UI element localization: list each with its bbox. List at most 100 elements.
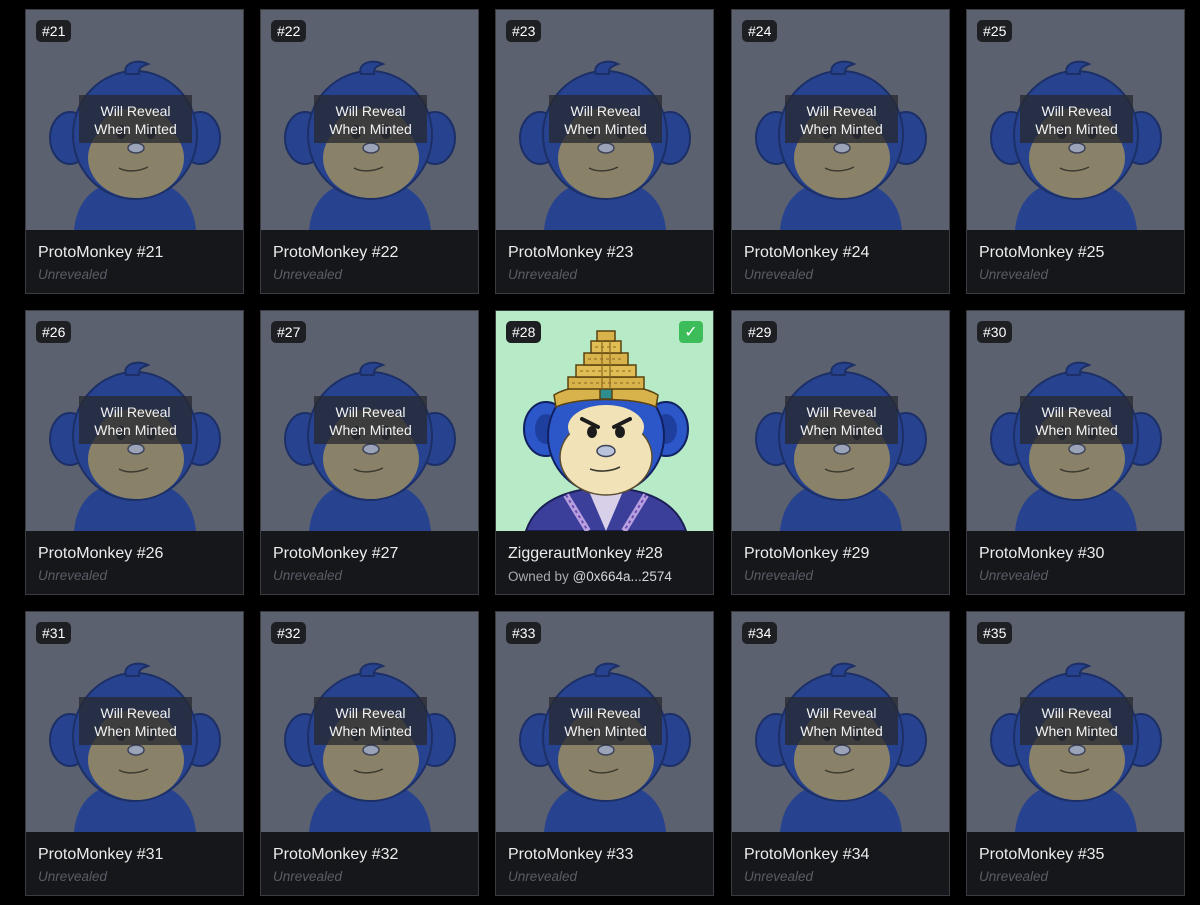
token-number-badge: #32: [271, 622, 307, 644]
overlay-line-1: Will Reveal: [1041, 404, 1112, 420]
token-number-badge: #22: [271, 20, 307, 42]
card-title: ZiggerautMonkey #28: [508, 545, 663, 562]
overlay-line-2: When Minted: [564, 121, 647, 137]
nft-card-35[interactable]: #35 ProtoMonkey #35 Unrevealed Will Reve…: [966, 611, 1185, 896]
token-number-badge: #27: [271, 321, 307, 343]
nft-card-22[interactable]: #22 ProtoMonkey #22 Unrevealed Will Reve…: [260, 9, 479, 294]
owned-by-label: Owned by: [508, 569, 569, 584]
nft-card-30[interactable]: #30 ProtoMonkey #30 Unrevealed Will Reve…: [966, 310, 1185, 595]
card-info: ProtoMonkey #25 Unrevealed: [967, 230, 1184, 293]
overlay-line-2: When Minted: [329, 121, 412, 137]
overlay-line-2: When Minted: [800, 121, 883, 137]
status-label: Unrevealed: [979, 568, 1049, 583]
status-label: Unrevealed: [273, 869, 343, 884]
nft-card-29[interactable]: #29 ProtoMonkey #29 Unrevealed Will Reve…: [731, 310, 950, 595]
token-number-badge: #25: [977, 20, 1013, 42]
owner-line: Owned by @0x664a...2574: [508, 569, 672, 584]
status-label: Unrevealed: [38, 869, 108, 884]
nft-card-27[interactable]: #27 ProtoMonkey #27 Unrevealed Will Reve…: [260, 310, 479, 595]
status-label: Unrevealed: [38, 267, 108, 282]
card-info: ProtoMonkey #34 Unrevealed: [732, 832, 949, 895]
overlay-line-1: Will Reveal: [335, 103, 406, 119]
card-info: ProtoMonkey #24 Unrevealed: [732, 230, 949, 293]
will-reveal-overlay: Will Reveal When Minted: [314, 697, 427, 745]
nft-card-31[interactable]: #31 ProtoMonkey #31 Unrevealed Will Reve…: [25, 611, 244, 896]
owned-check-icon: ✓: [679, 321, 703, 343]
status-label: Unrevealed: [744, 568, 814, 583]
nft-card-23[interactable]: #23 ProtoMonkey #23 Unrevealed Will Reve…: [495, 9, 714, 294]
card-title: ProtoMonkey #31: [38, 846, 164, 863]
overlay-line-2: When Minted: [329, 422, 412, 438]
card-info: ProtoMonkey #29 Unrevealed: [732, 531, 949, 594]
status-label: Unrevealed: [744, 869, 814, 884]
status-label: Unrevealed: [508, 267, 578, 282]
nft-grid: #21 ProtoMonkey #21 Unrevealed Will Reve…: [0, 0, 1200, 905]
nft-card-33[interactable]: #33 ProtoMonkey #33 Unrevealed Will Reve…: [495, 611, 714, 896]
nft-card-24[interactable]: #24 ProtoMonkey #24 Unrevealed Will Reve…: [731, 9, 950, 294]
will-reveal-overlay: Will Reveal When Minted: [549, 95, 662, 143]
card-info: ProtoMonkey #27 Unrevealed: [261, 531, 478, 594]
will-reveal-overlay: Will Reveal When Minted: [785, 95, 898, 143]
token-number-badge: #33: [506, 622, 542, 644]
overlay-line-1: Will Reveal: [570, 103, 641, 119]
status-label: Unrevealed: [508, 869, 578, 884]
overlay-line-2: When Minted: [800, 723, 883, 739]
status-label: Unrevealed: [273, 568, 343, 583]
token-number-badge: #28: [506, 321, 542, 343]
card-title: ProtoMonkey #30: [979, 545, 1105, 562]
overlay-line-1: Will Reveal: [335, 705, 406, 721]
card-title: ProtoMonkey #23: [508, 244, 634, 261]
will-reveal-overlay: Will Reveal When Minted: [79, 95, 192, 143]
token-number-badge: #30: [977, 321, 1013, 343]
overlay-line-1: Will Reveal: [806, 103, 877, 119]
will-reveal-overlay: Will Reveal When Minted: [314, 396, 427, 444]
overlay-line-2: When Minted: [800, 422, 883, 438]
card-title: ProtoMonkey #29: [744, 545, 870, 562]
overlay-line-2: When Minted: [1035, 723, 1118, 739]
nft-card-34[interactable]: #34 ProtoMonkey #34 Unrevealed Will Reve…: [731, 611, 950, 896]
card-title: ProtoMonkey #26: [38, 545, 164, 562]
card-info: ProtoMonkey #23 Unrevealed: [496, 230, 713, 293]
card-info: ProtoMonkey #21 Unrevealed: [26, 230, 243, 293]
nft-card-28[interactable]: #28 ZiggerautMonkey #28 Owned by @0x664a…: [495, 310, 714, 595]
nft-card-32[interactable]: #32 ProtoMonkey #32 Unrevealed Will Reve…: [260, 611, 479, 896]
status-label: Unrevealed: [744, 267, 814, 282]
overlay-line-1: Will Reveal: [100, 103, 171, 119]
card-info: ProtoMonkey #22 Unrevealed: [261, 230, 478, 293]
card-title: ProtoMonkey #22: [273, 244, 399, 261]
nft-card-21[interactable]: #21 ProtoMonkey #21 Unrevealed Will Reve…: [25, 9, 244, 294]
status-label: Unrevealed: [273, 267, 343, 282]
nft-card-26[interactable]: #26 ProtoMonkey #26 Unrevealed Will Reve…: [25, 310, 244, 595]
overlay-line-2: When Minted: [94, 422, 177, 438]
card-info: ProtoMonkey #32 Unrevealed: [261, 832, 478, 895]
token-number-badge: #29: [742, 321, 778, 343]
ziggurat-monkey-artwork: [496, 311, 713, 531]
owner-address-link[interactable]: @0x664a...2574: [573, 569, 672, 584]
overlay-line-1: Will Reveal: [335, 404, 406, 420]
overlay-line-2: When Minted: [329, 723, 412, 739]
card-title: ProtoMonkey #34: [744, 846, 870, 863]
status-label: Unrevealed: [38, 568, 108, 583]
overlay-line-2: When Minted: [94, 121, 177, 137]
token-number-badge: #31: [36, 622, 72, 644]
overlay-line-1: Will Reveal: [806, 404, 877, 420]
overlay-line-2: When Minted: [94, 723, 177, 739]
overlay-line-1: Will Reveal: [100, 404, 171, 420]
overlay-line-1: Will Reveal: [1041, 103, 1112, 119]
will-reveal-overlay: Will Reveal When Minted: [79, 697, 192, 745]
will-reveal-overlay: Will Reveal When Minted: [1020, 697, 1133, 745]
token-number-badge: #26: [36, 321, 72, 343]
token-number-badge: #35: [977, 622, 1013, 644]
will-reveal-overlay: Will Reveal When Minted: [785, 396, 898, 444]
will-reveal-overlay: Will Reveal When Minted: [1020, 396, 1133, 444]
overlay-line-1: Will Reveal: [806, 705, 877, 721]
will-reveal-overlay: Will Reveal When Minted: [314, 95, 427, 143]
status-label: Unrevealed: [979, 267, 1049, 282]
will-reveal-overlay: Will Reveal When Minted: [785, 697, 898, 745]
card-info: ProtoMonkey #33 Unrevealed: [496, 832, 713, 895]
nft-card-25[interactable]: #25 ProtoMonkey #25 Unrevealed Will Reve…: [966, 9, 1185, 294]
overlay-line-1: Will Reveal: [100, 705, 171, 721]
card-info: ZiggerautMonkey #28 Owned by @0x664a...2…: [496, 531, 713, 594]
card-info: ProtoMonkey #26 Unrevealed: [26, 531, 243, 594]
overlay-line-1: Will Reveal: [570, 705, 641, 721]
